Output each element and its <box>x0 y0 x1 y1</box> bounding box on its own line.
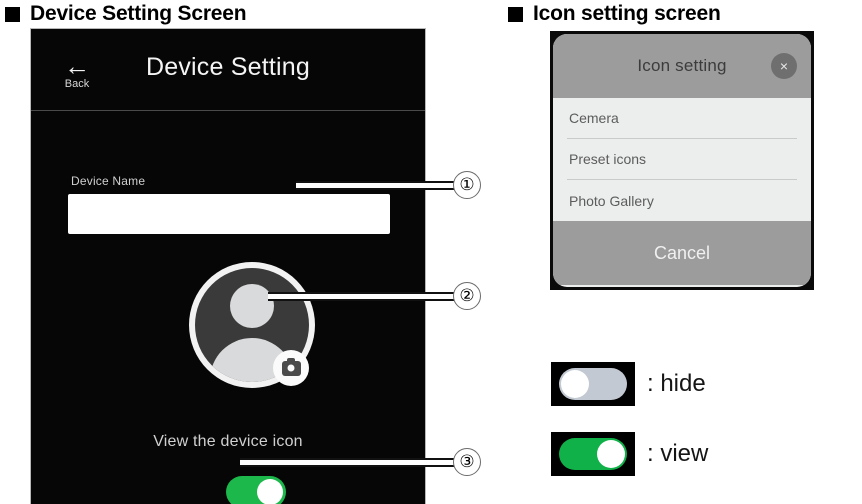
legend-swatch-view <box>551 432 635 476</box>
legend-label-hide: : hide <box>647 370 706 397</box>
bullet-square-icon <box>5 6 20 22</box>
page-title: Device Setting <box>146 53 310 81</box>
camera-glyph-icon <box>281 357 301 376</box>
callout-1: ① <box>453 171 481 199</box>
toggle-on-icon <box>559 438 627 470</box>
callout-3: ③ <box>453 448 481 476</box>
person-head-icon <box>230 284 274 328</box>
legend-row-hide: : hide <box>551 362 706 406</box>
dialog-item-camera[interactable]: Cemera <box>567 98 797 139</box>
section-heading-label: Icon setting screen <box>533 2 721 25</box>
callout-leader-line <box>268 292 456 301</box>
legend-swatch-hide <box>551 362 635 406</box>
dialog-item-photo-gallery[interactable]: Photo Gallery <box>567 180 797 221</box>
dialog-item-preset-icons[interactable]: Preset icons <box>567 139 797 180</box>
toggle-knob <box>257 479 283 504</box>
icon-setting-screen: Icon setting × Cemera Preset icons Photo… <box>550 31 814 290</box>
toggle-off-icon <box>559 368 627 400</box>
device-name-input[interactable] <box>68 194 390 234</box>
callout-leader-line <box>240 458 456 467</box>
toggle-knob <box>597 440 625 468</box>
dialog-header: Icon setting × <box>553 34 811 98</box>
section-heading-icon-setting: Icon setting screen <box>508 2 721 26</box>
dialog-title: Icon setting <box>637 56 727 75</box>
device-icon-avatar[interactable] <box>189 262 315 388</box>
legend-row-view: : view <box>551 432 708 476</box>
legend-label-view: : view <box>647 440 709 467</box>
close-icon[interactable]: × <box>771 53 797 79</box>
section-heading-label: Device Setting Screen <box>30 2 247 25</box>
cancel-button[interactable]: Cancel <box>553 221 811 285</box>
dialog-option-list: Cemera Preset icons Photo Gallery <box>553 98 811 221</box>
camera-icon[interactable] <box>273 350 309 386</box>
device-setting-screen: ← Back Device Setting Device Name View t… <box>30 28 426 504</box>
section-heading-device-setting: Device Setting Screen <box>5 2 247 26</box>
device-name-label: Device Name <box>71 174 146 188</box>
view-device-icon-toggle[interactable] <box>226 476 286 504</box>
bullet-square-icon <box>508 6 523 22</box>
callout-2: ② <box>453 282 481 310</box>
icon-setting-dialog: Icon setting × Cemera Preset icons Photo… <box>553 34 811 287</box>
view-device-icon-label: View the device icon <box>153 433 303 450</box>
callout-leader-line <box>296 181 456 190</box>
toggle-knob <box>561 370 589 398</box>
app-header: ← Back Device Setting <box>31 29 425 111</box>
